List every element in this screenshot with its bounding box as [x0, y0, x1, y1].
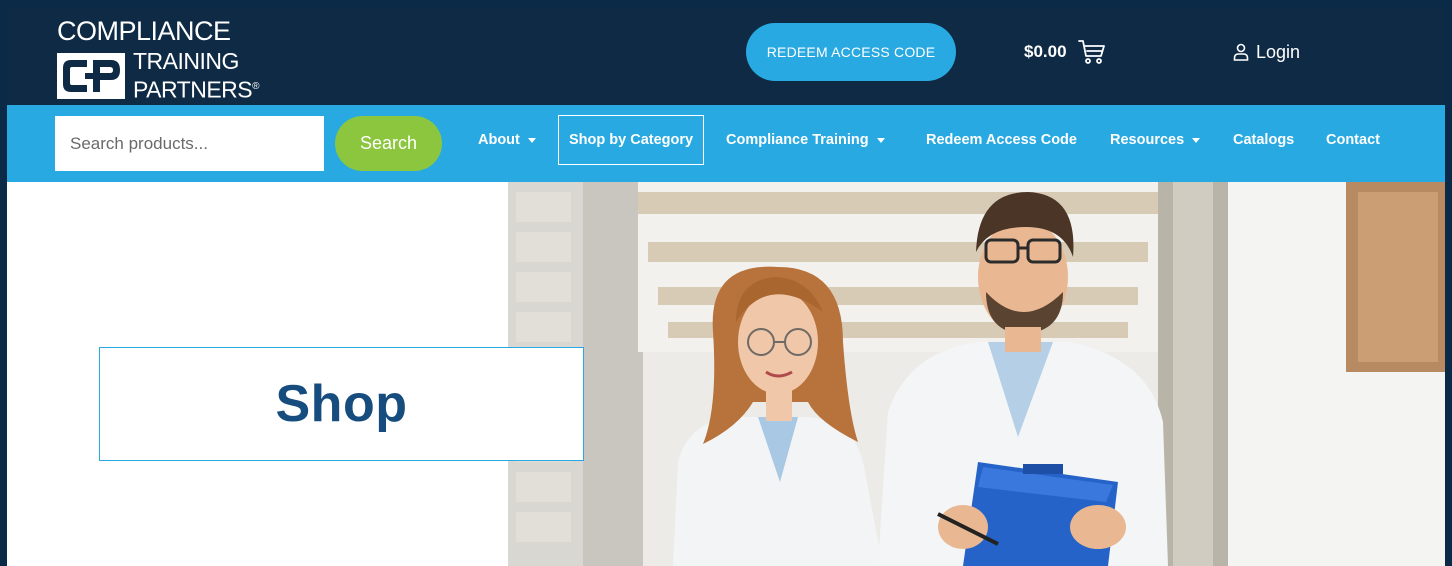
search-button[interactable]: Search — [335, 116, 442, 171]
logo-mark-icon — [57, 53, 125, 99]
logo-line-1: COMPLIANCE — [57, 16, 231, 46]
shopping-cart-icon — [1077, 40, 1105, 64]
doctors-photo-image — [508, 182, 1445, 566]
hero-image — [508, 182, 1445, 566]
nav-item-resources[interactable]: Resources — [1110, 115, 1201, 165]
cart-amount: $0.00 — [1024, 42, 1067, 61]
chevron-down-icon — [876, 137, 885, 143]
nav-item-shop-by-category[interactable]: Shop by Category — [558, 115, 705, 165]
login-link[interactable]: Login — [1233, 37, 1300, 67]
nav-item-about[interactable]: About — [478, 115, 536, 165]
chevron-down-icon — [527, 137, 536, 143]
redeem-access-code-button[interactable]: REDEEM ACCESS CODE — [746, 23, 956, 81]
logo-line-3: PARTNERS® — [133, 76, 259, 103]
nav-item-catalogs[interactable]: Catalogs — [1233, 115, 1294, 165]
page-title: Shop — [275, 375, 408, 433]
login-label: Login — [1256, 41, 1301, 62]
shop-title-box: Shop — [99, 347, 584, 461]
user-icon — [1233, 43, 1249, 61]
chevron-down-icon — [1192, 137, 1201, 143]
logo-line-2: TRAINING — [133, 48, 239, 74]
nav-item-contact[interactable]: Contact — [1326, 115, 1380, 165]
search-input[interactable] — [55, 116, 324, 171]
cart-link[interactable]: $0.00 — [1024, 37, 1107, 67]
top-header: COMPLIANCE TRAINING PARTNERS® REDEEM ACC… — [7, 7, 1445, 105]
nav-item-compliance-training[interactable]: Compliance Training — [726, 115, 885, 165]
site-logo[interactable]: COMPLIANCE TRAINING PARTNERS® — [57, 15, 259, 103]
main-nav-bar: Search About Shop by Category Compliance… — [7, 105, 1445, 182]
page: COMPLIANCE TRAINING PARTNERS® REDEEM ACC… — [7, 7, 1445, 566]
nav-item-redeem-access-code[interactable]: Redeem Access Code — [926, 115, 1077, 165]
